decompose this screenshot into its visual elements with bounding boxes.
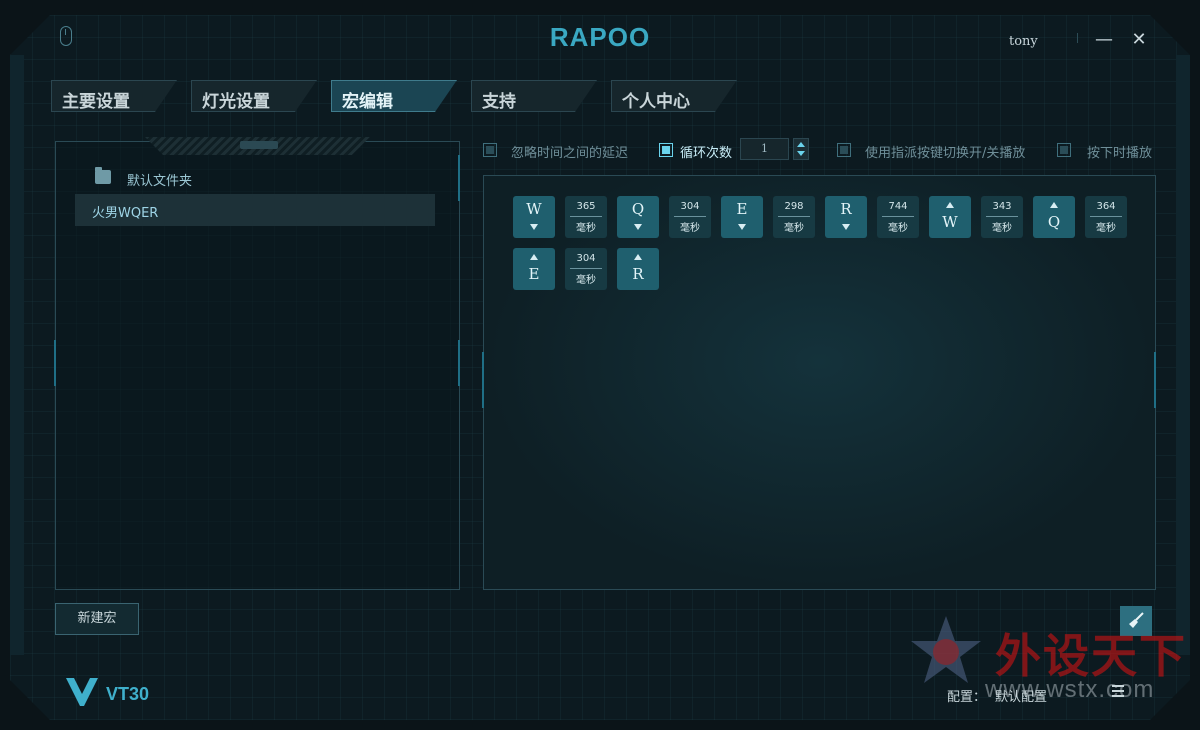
close-button[interactable]: ✕ (1128, 29, 1150, 51)
key-up-event[interactable]: R (617, 248, 659, 290)
folder-icon (95, 167, 111, 184)
tab-personal-center[interactable]: 个人中心 (611, 80, 737, 112)
delay-unit: 毫秒 (1096, 223, 1116, 234)
delay-divider (570, 268, 602, 269)
delay-event[interactable]: 744 毫秒 (877, 196, 919, 238)
toggle-assigned-label: 使用指派按键切换开/关播放 (865, 146, 1026, 161)
delay-divider (674, 216, 706, 217)
arrow-up-icon (1050, 202, 1058, 208)
title-separator (1077, 33, 1078, 43)
ignore-delay-label: 忽略时间之间的延迟 (511, 146, 629, 161)
frame-edge-left (10, 55, 24, 655)
delay-unit: 毫秒 (680, 223, 700, 234)
delay-unit: 毫秒 (784, 223, 804, 234)
ignore-delay-checkbox[interactable] (483, 143, 497, 157)
toggle-assigned-checkbox[interactable] (837, 143, 851, 157)
minimize-button[interactable]: — (1093, 29, 1115, 51)
panel-marker (458, 340, 460, 386)
delay-divider (778, 216, 810, 217)
key-label: W (526, 200, 542, 218)
delay-divider (986, 216, 1018, 217)
arrow-down-icon (634, 224, 642, 230)
vt-logo-icon (66, 678, 98, 706)
loop-count-label: 循环次数 (680, 146, 733, 161)
key-down-event[interactable]: E (721, 196, 763, 238)
delay-unit: 毫秒 (888, 223, 908, 234)
delay-event[interactable]: 365 毫秒 (565, 196, 607, 238)
panel-marker (54, 340, 56, 386)
tab-label: 主要设置 (62, 92, 130, 112)
loop-count-input[interactable]: 1 (740, 138, 789, 160)
list-scrollbar[interactable] (458, 155, 460, 201)
delay-divider (570, 216, 602, 217)
watermark-star-icon (911, 616, 981, 683)
delay-value: 304 (576, 253, 596, 264)
delay-unit: 毫秒 (576, 275, 596, 286)
delay-value: 744 (888, 201, 908, 212)
arrow-down-icon (738, 224, 746, 230)
delay-event[interactable]: 364 毫秒 (1085, 196, 1127, 238)
key-label: E (528, 265, 540, 283)
folder-label[interactable]: 默认文件夹 (127, 170, 192, 189)
key-down-event[interactable]: R (825, 196, 867, 238)
delay-event[interactable]: 304 毫秒 (565, 248, 607, 290)
tab-lighting-settings[interactable]: 灯光设置 (191, 80, 317, 112)
arrow-up-icon (946, 202, 954, 208)
key-label: W (942, 213, 958, 231)
delay-event[interactable]: 304 毫秒 (669, 196, 711, 238)
loop-count-checkbox[interactable] (659, 143, 673, 157)
username[interactable]: tony (1009, 34, 1038, 49)
macro-list-item[interactable]: 火男WQER (75, 194, 435, 226)
key-label: Q (631, 200, 645, 218)
delay-value: 343 (992, 201, 1012, 212)
panel-marker (1154, 352, 1156, 408)
config-label: 配置： (947, 690, 987, 705)
delay-unit: 毫秒 (992, 223, 1012, 234)
device-model: VT30 (106, 684, 150, 704)
delay-value: 304 (680, 201, 700, 212)
new-macro-button[interactable]: 新建宏 (55, 603, 139, 635)
key-down-event[interactable]: Q (617, 196, 659, 238)
tab-support[interactable]: 支持 (471, 80, 597, 112)
key-label: R (840, 200, 852, 218)
delay-divider (1090, 216, 1122, 217)
panel-marker (482, 352, 484, 408)
stepper-up-icon[interactable] (797, 142, 805, 147)
tab-label: 个人中心 (622, 92, 690, 112)
key-label: E (736, 200, 748, 218)
tab-main-settings[interactable]: 主要设置 (51, 80, 177, 112)
arrow-up-icon (634, 254, 642, 260)
delay-divider (882, 216, 914, 217)
tab-macro-editor[interactable]: 宏编辑 (331, 80, 457, 112)
key-up-event[interactable]: W (929, 196, 971, 238)
delay-value: 364 (1096, 201, 1116, 212)
menu-icon[interactable] (1112, 685, 1124, 700)
delay-unit: 毫秒 (576, 223, 596, 234)
stepper-down-icon[interactable] (797, 151, 805, 156)
tab-label: 宏编辑 (342, 92, 393, 112)
key-up-event[interactable]: Q (1033, 196, 1075, 238)
panel-notch-handle (240, 141, 278, 149)
arrow-down-icon (530, 224, 538, 230)
arrow-up-icon (530, 254, 538, 260)
key-label: Q (1047, 213, 1061, 231)
key-label: R (632, 265, 644, 283)
delay-value: 298 (784, 201, 804, 212)
config-value[interactable]: 默认配置 (995, 686, 1047, 705)
key-up-event[interactable]: E (513, 248, 555, 290)
tab-label: 灯光设置 (202, 92, 270, 112)
tab-label: 支持 (482, 92, 516, 112)
arrow-down-icon (842, 224, 850, 230)
delay-value: 365 (576, 201, 596, 212)
macro-item-label: 火男WQER (92, 206, 159, 221)
play-while-pressed-label: 按下时播放 (1087, 146, 1153, 161)
loop-count-stepper[interactable] (793, 138, 809, 160)
delay-event[interactable]: 298 毫秒 (773, 196, 815, 238)
delay-event[interactable]: 343 毫秒 (981, 196, 1023, 238)
frame-edge-right (1176, 55, 1190, 655)
key-down-event[interactable]: W (513, 196, 555, 238)
play-while-pressed-checkbox[interactable] (1057, 143, 1071, 157)
